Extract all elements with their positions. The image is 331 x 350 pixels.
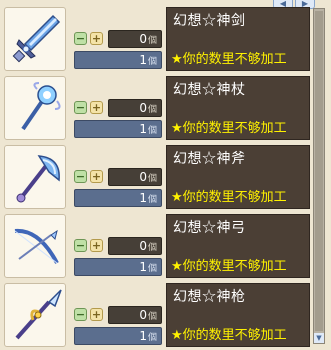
quantity-field[interactable]: 0個 [108, 99, 162, 117]
item-icon-slot[interactable] [4, 76, 66, 140]
scroll-down-icon[interactable]: ▼ [314, 333, 324, 343]
scrollbar[interactable]: ▼ [313, 8, 325, 344]
quantity-field[interactable]: 0個 [108, 306, 162, 324]
item-icon-slot[interactable] [4, 283, 66, 347]
staff-icon [21, 82, 61, 131]
item-name: 幻想☆神剑 [173, 13, 246, 29]
item-info-panel: 幻想☆神斧 ★你的数里不够加工 [166, 145, 310, 209]
scroll-thumb[interactable] [315, 11, 323, 331]
crafting-panel: ◀ ▶ − + 0個 1個 幻想☆神剑 ★你的数里不够加工 − + 0個 1個 … [0, 0, 331, 350]
list-item[interactable]: − + 0個 1個 幻想☆神枪 ★你的数里不够加工 [4, 283, 310, 347]
warning-text: ★你的数里不够加工 [171, 259, 287, 274]
item-name: 幻想☆神枪 [173, 289, 246, 305]
list-item[interactable]: − + 0個 1個 幻想☆神斧 ★你的数里不够加工 [4, 145, 310, 209]
minus-button[interactable]: − [74, 308, 87, 321]
owned-count: 1個 [74, 120, 162, 138]
list-item[interactable]: − + 0個 1個 幻想☆神剑 ★你的数里不够加工 [4, 7, 310, 71]
quantity-stepper: − + 0個 [74, 168, 162, 186]
item-name: 幻想☆神斧 [173, 151, 246, 167]
owned-count: 1個 [74, 327, 162, 345]
warning-text: ★你的数里不够加工 [171, 190, 287, 205]
item-name: 幻想☆神杖 [173, 82, 246, 98]
warning-text: ★你的数里不够加工 [171, 328, 287, 343]
owned-count: 1個 [74, 51, 162, 69]
quantity-field[interactable]: 0個 [108, 237, 162, 255]
minus-button[interactable]: − [74, 170, 87, 183]
item-info-panel: 幻想☆神剑 ★你的数里不够加工 [166, 7, 310, 71]
warning-text: ★你的数里不够加工 [171, 52, 287, 67]
bow-icon [14, 228, 59, 264]
item-info-panel: 幻想☆神杖 ★你的数里不够加工 [166, 76, 310, 140]
plus-button[interactable]: + [90, 239, 103, 252]
minus-button[interactable]: − [74, 239, 87, 252]
warning-text: ★你的数里不够加工 [171, 121, 287, 136]
list-item[interactable]: − + 0個 1個 幻想☆神弓 ★你的数里不够加工 [4, 214, 310, 278]
minus-button[interactable]: − [74, 32, 87, 45]
item-name: 幻想☆神弓 [173, 220, 246, 236]
quantity-field[interactable]: 0個 [108, 30, 162, 48]
axe-icon [16, 155, 60, 203]
plus-button[interactable]: + [90, 308, 103, 321]
owned-count: 1個 [74, 258, 162, 276]
quantity-stepper: − + 0個 [74, 306, 162, 324]
quantity-field[interactable]: 0個 [108, 168, 162, 186]
plus-button[interactable]: + [90, 101, 103, 114]
item-icon-slot[interactable] [4, 214, 66, 278]
sword-icon [12, 14, 61, 63]
item-info-panel: 幻想☆神枪 ★你的数里不够加工 [166, 283, 310, 347]
minus-button[interactable]: − [74, 101, 87, 114]
item-info-panel: 幻想☆神弓 ★你的数里不够加工 [166, 214, 310, 278]
list-item[interactable]: − + 0個 1個 幻想☆神杖 ★你的数里不够加工 [4, 76, 310, 140]
quantity-stepper: − + 0個 [74, 30, 162, 48]
item-icon-slot[interactable] [4, 7, 66, 71]
item-icon-slot[interactable] [4, 145, 66, 209]
owned-count: 1個 [74, 189, 162, 207]
spear-icon [15, 289, 62, 340]
quantity-stepper: − + 0個 [74, 99, 162, 117]
plus-button[interactable]: + [90, 170, 103, 183]
quantity-stepper: − + 0個 [74, 237, 162, 255]
plus-button[interactable]: + [90, 32, 103, 45]
